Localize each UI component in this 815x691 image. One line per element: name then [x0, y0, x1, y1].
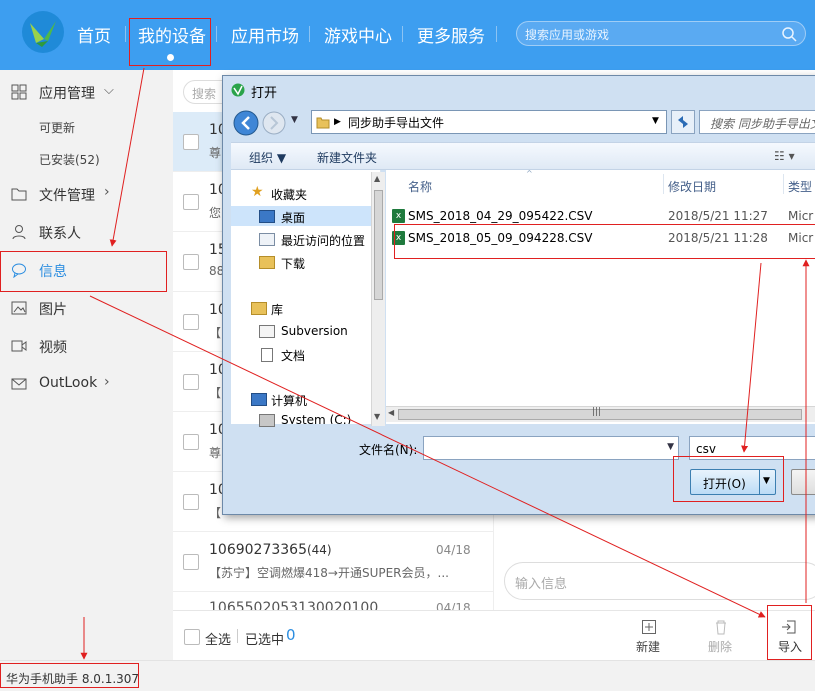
annotation-arrows — [80, 67, 810, 660]
